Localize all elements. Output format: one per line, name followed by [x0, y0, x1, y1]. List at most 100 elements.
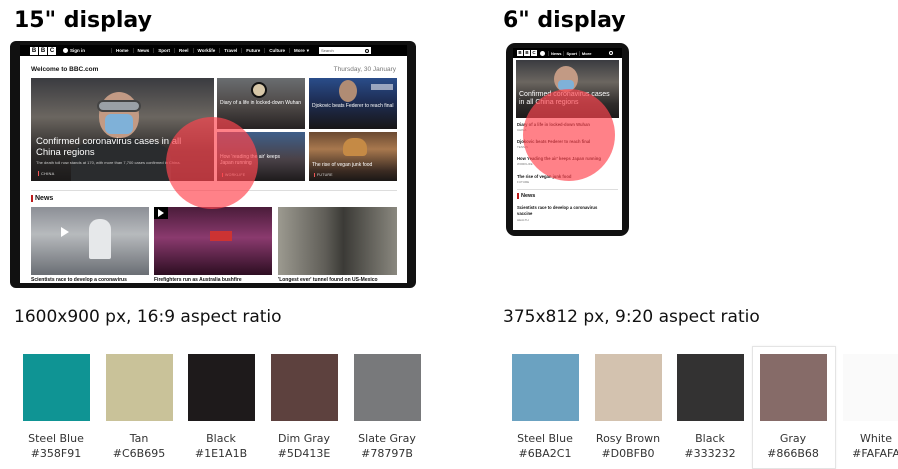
mobile-list-tag-3[interactable]: WORKLIFE [517, 162, 533, 166]
card-djokovic-title[interactable]: Djokovic beats Federer to reach final [312, 103, 396, 109]
mobile-device-frame: B B C News Sport More Confirmed coronavi… [506, 43, 629, 236]
mobile-list-tag-4[interactable]: FUTURE [517, 180, 529, 184]
nav-culture[interactable]: Culture [264, 48, 289, 53]
desktop-heading: 15" display [14, 8, 152, 33]
mobile-resolution: 375x812 px, 9:20 aspect ratio [503, 307, 760, 327]
mobile-list-title-2[interactable]: Djokovic beats Federer to reach final [517, 139, 590, 144]
play-icon[interactable] [61, 227, 69, 237]
news-card-tunnel-title[interactable]: 'Longest ever' tunnel found on US-Mexico [278, 277, 378, 283]
news-card-scientists[interactable] [31, 207, 149, 275]
mobile-list-tag-2[interactable]: TENNIS [517, 145, 528, 149]
mobile-list-title-4[interactable]: The rise of vegan junk food [517, 174, 571, 179]
swatch-black-2 [677, 354, 744, 421]
card-japan[interactable]: How 'reading the air' keeps Japan runnin… [217, 132, 305, 181]
hero-tag[interactable]: CHINA [38, 171, 54, 176]
mobile-list-title-1[interactable]: Diary of a life in locked-down Wuhan [517, 122, 590, 127]
nav-sport[interactable]: Sport [153, 48, 174, 53]
mobile-list-tag-1[interactable]: CHINA [517, 128, 526, 132]
swatch-hex: #FAFAFA [852, 447, 898, 460]
sign-in-link[interactable]: Sign in [70, 48, 111, 53]
hero-title[interactable]: Confirmed coronavirus cases in all China… [36, 136, 196, 158]
mobile-nav-bar: B B C News Sport More [513, 48, 622, 58]
user-icon[interactable] [63, 48, 68, 53]
news-divider [31, 190, 397, 191]
date-text: Thursday, 30 January [333, 66, 396, 73]
nav-future[interactable]: Future [241, 48, 264, 53]
news-card-firefighters-title[interactable]: Firefighters run as Australia bushfire [154, 277, 242, 283]
bbc-logo-b2: B [39, 46, 47, 55]
swatch-steel-blue-2 [512, 354, 579, 421]
card-japan-tag[interactable]: WORKLIFE [222, 173, 245, 177]
more-arrow-icon[interactable]: ▾ [307, 48, 319, 54]
card-vegan-burger [343, 138, 367, 156]
bbc-logo-b1: B [30, 46, 38, 55]
mobile-screen: B B C News Sport More Confirmed coronavi… [513, 48, 622, 230]
nav-travel[interactable]: Travel [219, 48, 241, 53]
bbc-logo-b1: B [517, 50, 523, 56]
mobile-news-divider [517, 189, 618, 190]
card-wuhan[interactable]: Diary of a life in locked-down Wuhan [217, 78, 305, 129]
swatch-name: White [860, 432, 892, 445]
hero-summary: The death toll now stands at 170, with m… [36, 160, 181, 165]
card-wuhan-figure [251, 82, 267, 98]
news-card-scientists-title[interactable]: Scientists race to develop a coronavirus [31, 277, 127, 283]
swatch-name: Slate Gray [358, 432, 416, 445]
nav-more[interactable]: More [288, 48, 307, 53]
swatch-tan [106, 354, 173, 421]
mobile-list-title-3[interactable]: How 'reading the air' keeps Japan runnin… [517, 156, 601, 161]
card-djokovic[interactable]: Djokovic beats Federer to reach final [309, 78, 397, 129]
card-japan-title[interactable]: How 'reading the air' keeps Japan runnin… [220, 154, 294, 166]
desktop-resolution: 1600x900 px, 16:9 aspect ratio [14, 307, 282, 327]
nav-news[interactable]: News [132, 48, 154, 53]
card-djokovic-player [339, 80, 357, 102]
card-wuhan-title[interactable]: Diary of a life in locked-down Wuhan [220, 100, 304, 106]
video-play-icon[interactable] [154, 207, 168, 219]
hero-image[interactable]: Confirmed coronavirus cases in all China… [31, 78, 214, 181]
mobile-news-heading-label: News [521, 193, 536, 199]
card-djokovic-text-melbourne [371, 84, 393, 90]
swatch-black [188, 354, 255, 421]
nav-reel[interactable]: Reel [174, 48, 193, 53]
desktop-nav-bar: B B C Sign in Home News Sport Reel Workl… [20, 45, 407, 56]
nav-home[interactable]: Home [111, 48, 133, 53]
nav-worklife[interactable]: Worklife [192, 48, 220, 53]
card-vegan[interactable]: The rise of vegan junk food FUTURE [309, 132, 397, 181]
bbc-logo[interactable]: B B C [30, 46, 56, 55]
swatch-steel-blue [23, 354, 90, 421]
swatch-dim-gray [271, 354, 338, 421]
news-heading-label: News [35, 195, 54, 202]
card-vegan-tag[interactable]: FUTURE [314, 173, 333, 177]
mobile-hero-mask [558, 80, 574, 90]
swatch-rosy-brown [595, 354, 662, 421]
hero-mask [105, 114, 133, 134]
user-icon-mobile[interactable] [540, 50, 545, 56]
bbc-logo-c: C [48, 46, 56, 55]
search-icon[interactable] [365, 48, 370, 53]
bbc-logo-mobile[interactable]: B B C [517, 50, 537, 56]
nav-more-mobile[interactable]: More [578, 50, 594, 56]
card-vegan-title[interactable]: The rise of vegan junk food [312, 162, 396, 168]
mobile-news-tag[interactable]: HEALTH [517, 218, 529, 222]
bbc-logo-c: C [531, 50, 537, 56]
welcome-title: Welcome to BBC.com [31, 66, 99, 73]
nav-sport-mobile[interactable]: Sport [563, 50, 578, 56]
video-play-triangle [158, 209, 164, 217]
swatch-hex: #78797B [361, 447, 413, 460]
mobile-news-title[interactable]: Scientists race to develop a coronavirus… [517, 205, 613, 216]
hero-goggles [97, 100, 141, 112]
mobile-hero-image[interactable]: Confirmed coronavirus cases in all China… [516, 60, 619, 118]
news-card-firefighters[interactable] [154, 207, 272, 275]
firetruck-shape [210, 231, 232, 241]
search-input[interactable]: Search [319, 47, 372, 54]
desktop-device-frame: B B C Sign in Home News Sport Reel Workl… [10, 41, 416, 288]
search-icon-mobile[interactable] [609, 51, 614, 55]
nav-news-mobile[interactable]: News [548, 50, 563, 56]
mobile-hero-title[interactable]: Confirmed coronavirus cases in all China… [519, 91, 615, 107]
news-card-tunnel[interactable] [278, 207, 397, 275]
mobile-heading: 6" display [503, 8, 626, 33]
desktop-screen: B B C Sign in Home News Sport Reel Workl… [20, 45, 407, 283]
news-heading: News [31, 195, 53, 202]
bbc-logo-b2: B [524, 50, 530, 56]
search-placeholder: Search [321, 48, 334, 53]
swatch-white [843, 354, 898, 421]
